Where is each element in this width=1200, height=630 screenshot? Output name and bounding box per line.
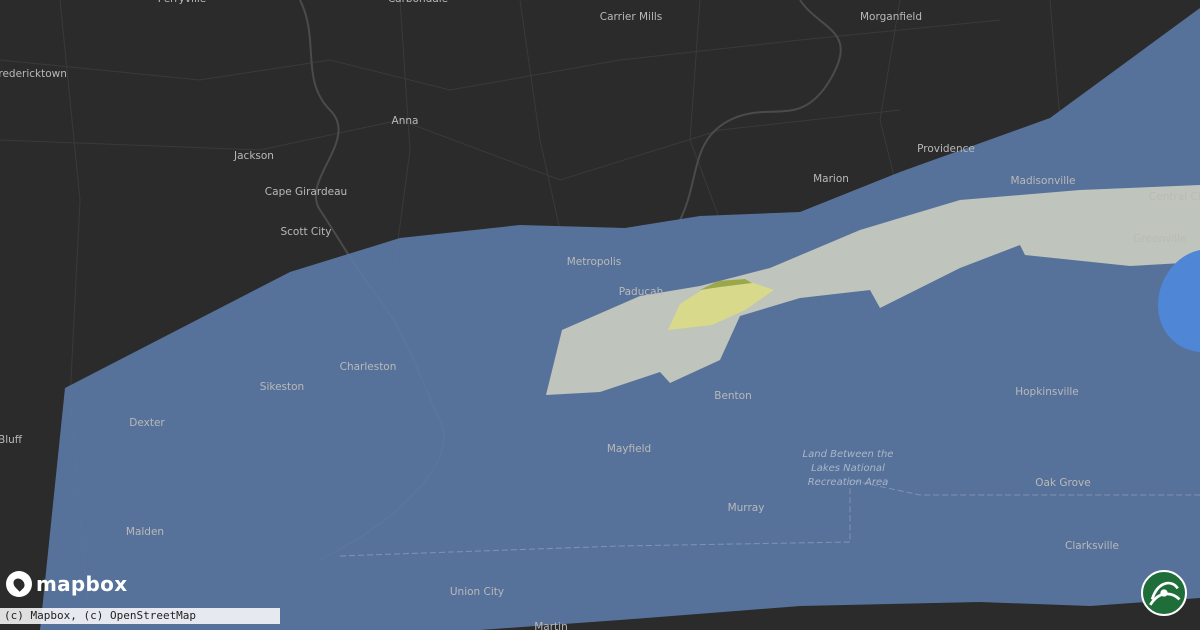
place-label-carrier-mills: Carrier Mills (600, 11, 663, 23)
place-label-carbondale: Carbondale (388, 0, 448, 5)
place-label-hopkinsville: Hopkinsville (1015, 386, 1079, 398)
place-label-madisonville: Madisonville (1010, 175, 1075, 187)
map-canvas[interactable]: Perryville Carbondale Carrier Mills Morganf… (0, 0, 1200, 630)
hail-logo-graphic (1149, 581, 1181, 606)
place-label-mayfield: Mayfield (607, 443, 651, 455)
place-label-jackson: Jackson (233, 150, 274, 162)
mapbox-logo[interactable]: mapbox (6, 570, 127, 598)
place-label-central-city: Central City (1149, 191, 1200, 203)
place-label-dexter: Dexter (129, 417, 165, 429)
place-label-paducah: Paducah (619, 286, 663, 298)
place-label-martin: Martin (534, 621, 568, 630)
mapbox-pin-icon (6, 571, 32, 597)
basemap: Perryville Carbondale Carrier Mills Morganf… (0, 0, 1200, 630)
map-attribution[interactable]: (c) Mapbox, (c) OpenStreetMap (0, 608, 280, 624)
mapbox-wordmark: mapbox (36, 572, 128, 596)
park-label: Land Between the Lakes National Recreation… (803, 449, 894, 488)
park-label-line: Land Between the (803, 449, 894, 460)
place-label-perryville: Perryville (158, 0, 207, 5)
place-label-union-city: Union City (450, 586, 504, 598)
place-label-morganfield: Morganfield (860, 11, 922, 23)
place-label-murray: Murray (728, 502, 765, 514)
park-label-line: Lakes National (811, 463, 885, 474)
place-label-greenville: Greenville (1133, 233, 1186, 245)
place-label-oak-grove: Oak Grove (1035, 477, 1090, 489)
place-label-scott-city: Scott City (280, 226, 331, 238)
place-label-marion: Marion (813, 173, 849, 185)
hail-logo-icon[interactable] (1141, 570, 1187, 616)
place-label-fredericktown: Fredericktown (0, 68, 67, 80)
place-label-providence: Providence (917, 143, 975, 155)
place-label-charleston: Charleston (340, 361, 397, 373)
place-label-bluff: Bluff (0, 434, 23, 446)
place-label-metropolis: Metropolis (567, 256, 622, 268)
place-label-malden: Malden (126, 526, 164, 538)
place-label-anna: Anna (392, 115, 419, 127)
place-label-sikeston: Sikeston (260, 381, 304, 393)
park-label-line: Recreation Area (808, 477, 889, 488)
place-label-cape-girardeau: Cape Girardeau (265, 186, 347, 198)
place-label-clarksville: Clarksville (1065, 540, 1119, 552)
place-label-benton: Benton (714, 390, 752, 402)
